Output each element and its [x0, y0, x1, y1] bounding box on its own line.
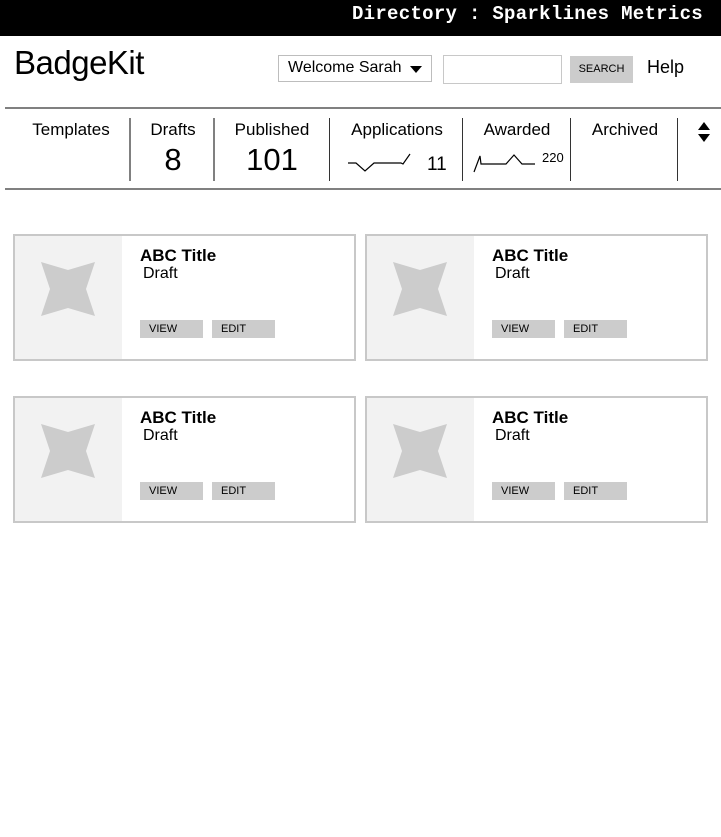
- stat-applications-label: Applications: [351, 120, 443, 139]
- stat-awarded[interactable]: Awarded: [468, 110, 566, 188]
- edit-button[interactable]: EDIT: [212, 320, 275, 338]
- view-button[interactable]: VIEW: [492, 482, 555, 500]
- badge-title: ABC Title: [492, 246, 569, 265]
- stat-divider: [129, 118, 131, 181]
- sparkline-icon: [473, 154, 535, 173]
- badge-thumbnail: [367, 398, 474, 521]
- badge-title: ABC Title: [140, 246, 217, 265]
- edit-button[interactable]: EDIT: [564, 482, 627, 500]
- badge-card[interactable]: ABC Title Draft VIEW EDIT: [365, 396, 708, 523]
- brand-logo[interactable]: BadgeKit: [14, 44, 144, 82]
- badge-status: Draft: [143, 427, 178, 444]
- stat-drafts[interactable]: Drafts 8: [138, 110, 208, 188]
- stat-divider: [213, 118, 215, 181]
- stat-drafts-value: 8: [164, 142, 182, 177]
- badge-card[interactable]: ABC Title Draft VIEW EDIT: [13, 396, 356, 523]
- search-input[interactable]: [443, 55, 562, 84]
- divider-bottom: [5, 188, 721, 190]
- edit-button[interactable]: EDIT: [212, 482, 275, 500]
- sparkline-icon: [348, 153, 411, 172]
- user-menu-dropdown[interactable]: Welcome Sarah: [278, 55, 432, 82]
- stat-divider: [677, 118, 678, 181]
- edit-button[interactable]: EDIT: [564, 320, 627, 338]
- caret-down-icon: [410, 66, 422, 73]
- stat-published-value: 101: [246, 142, 298, 177]
- stat-published[interactable]: Published 101: [222, 110, 322, 188]
- stat-drafts-label: Drafts: [150, 120, 196, 139]
- stat-templates[interactable]: Templates: [22, 110, 120, 188]
- stat-templates-label: Templates: [32, 120, 110, 139]
- badge-thumbnail: [15, 236, 122, 359]
- stat-applications[interactable]: Applications: [336, 110, 458, 188]
- divider-top: [5, 107, 721, 109]
- stat-divider: [329, 118, 330, 181]
- badge-title: ABC Title: [492, 408, 569, 427]
- stats-bar: Templates Drafts 8 Published 101 Applica…: [0, 110, 721, 188]
- badge-thumbnail: [367, 236, 474, 359]
- search-button[interactable]: SEARCH: [570, 56, 633, 83]
- stat-divider: [462, 118, 463, 181]
- badge-star-icon: [41, 424, 95, 478]
- stat-divider: [570, 118, 571, 181]
- top-bar: Directory : Sparklines Metrics: [0, 0, 721, 36]
- stat-awarded-value: 220: [542, 150, 564, 165]
- stat-awarded-label: Awarded: [483, 120, 551, 139]
- badge-card[interactable]: ABC Title Draft VIEW EDIT: [365, 234, 708, 361]
- user-menu-label: Welcome Sarah: [288, 59, 402, 76]
- view-button[interactable]: VIEW: [140, 482, 203, 500]
- badge-thumbnail: [15, 398, 122, 521]
- badge-star-icon: [393, 424, 447, 478]
- badge-card[interactable]: ABC Title Draft VIEW EDIT: [13, 234, 356, 361]
- view-button[interactable]: VIEW: [140, 320, 203, 338]
- stat-applications-value: 11: [427, 154, 447, 175]
- stat-archived[interactable]: Archived: [580, 110, 670, 188]
- badge-star-icon: [41, 262, 95, 316]
- sort-up-down-icon[interactable]: [697, 121, 711, 143]
- stat-published-label: Published: [234, 120, 310, 139]
- badge-status: Draft: [143, 265, 178, 282]
- help-link[interactable]: Help: [647, 57, 684, 78]
- stat-archived-label: Archived: [591, 120, 659, 139]
- badge-status: Draft: [495, 427, 530, 444]
- view-button[interactable]: VIEW: [492, 320, 555, 338]
- badge-star-icon: [393, 262, 447, 316]
- window-title: Directory : Sparklines Metrics: [351, 3, 703, 25]
- badge-title: ABC Title: [140, 408, 217, 427]
- badge-status: Draft: [495, 265, 530, 282]
